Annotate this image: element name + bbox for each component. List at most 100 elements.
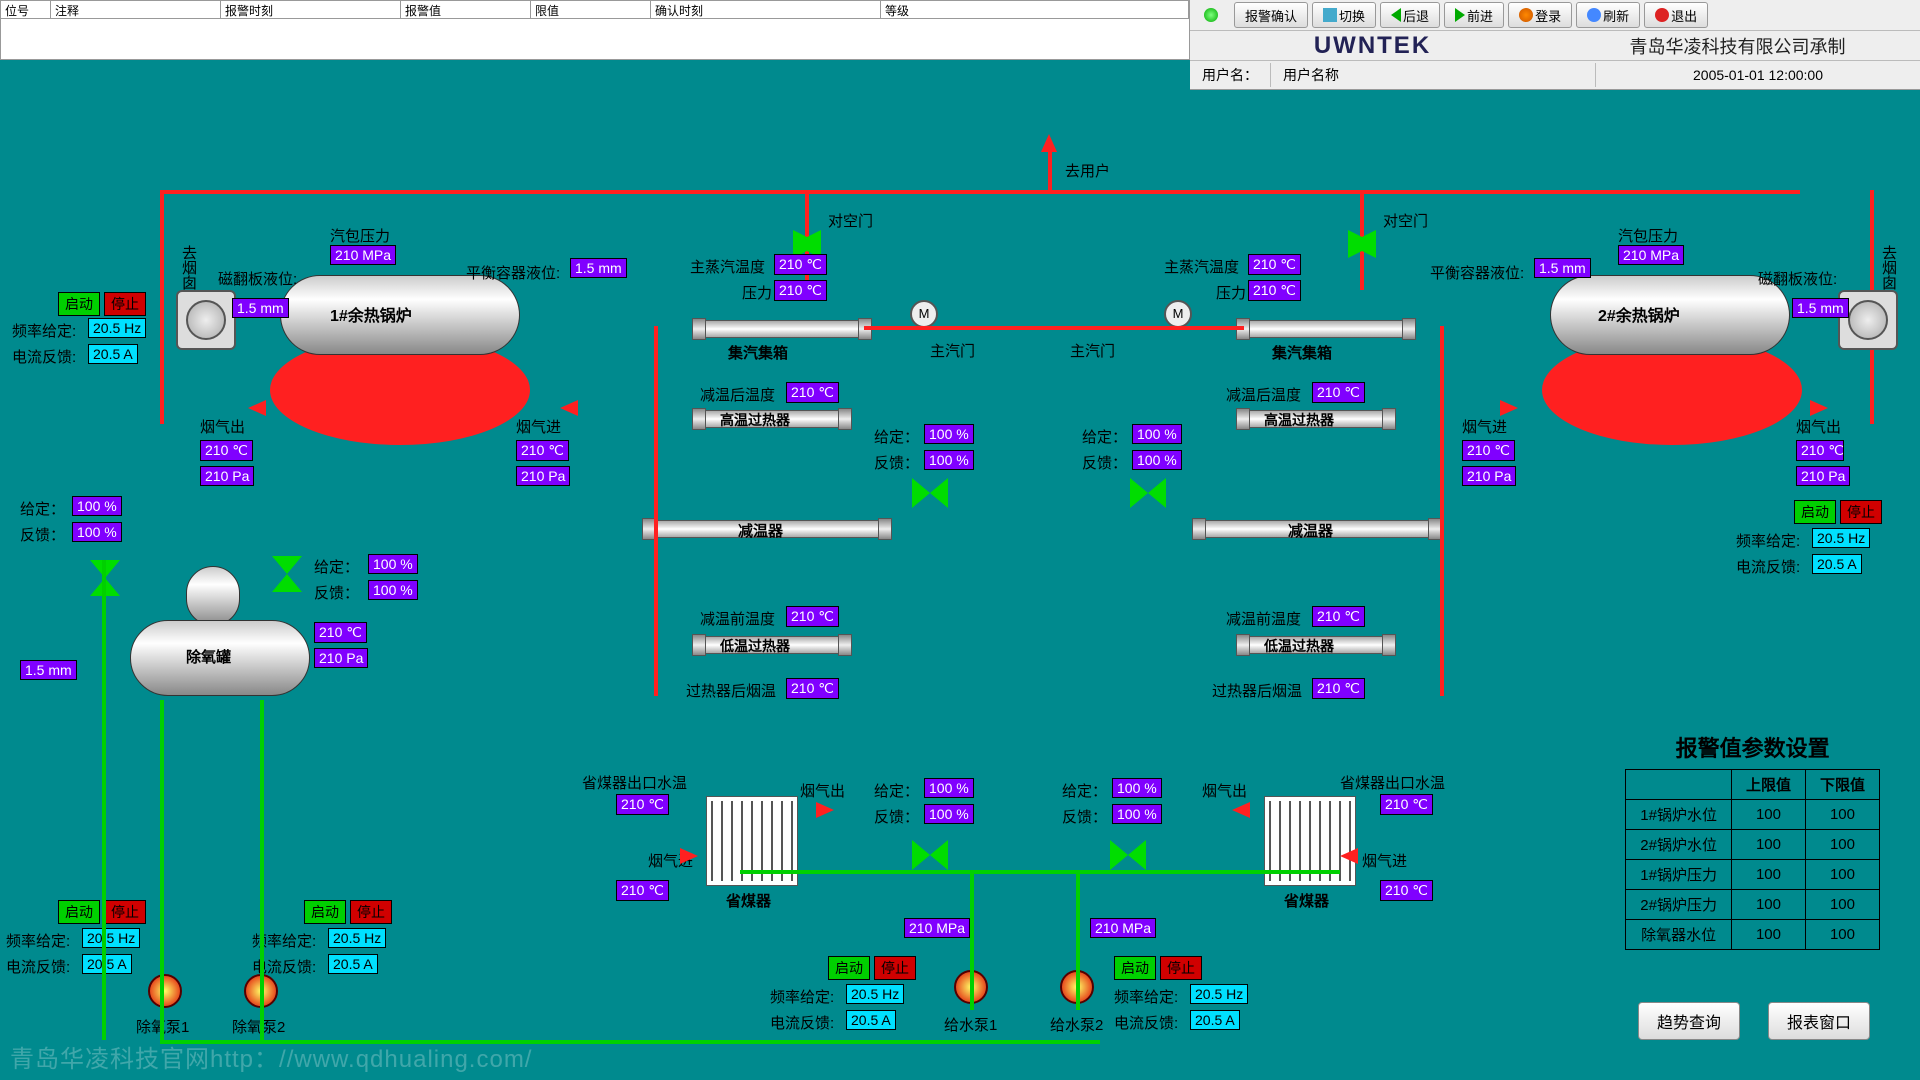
val-fw2-freq: 20.5 Hz [1190,984,1248,1004]
label-mainsteamv1: 主汽门 [930,340,975,361]
label-econ-gasin2: 烟气进 [1362,850,1407,871]
valve-a1[interactable] [912,478,948,508]
col-tag: 位号 [1,1,51,18]
label-drum-p2: 汽包压力 [1618,225,1678,246]
label-hish2: 高温过热器 [1264,410,1334,430]
val-fb-e1: 100 % [924,804,974,824]
val-mpa2: 210 MPa [1090,918,1156,938]
pipe [160,190,1800,194]
trend-button[interactable]: 趋势查询 [1638,1002,1740,1040]
exit-button[interactable]: 退出 [1644,2,1708,28]
valve-deaer-b[interactable] [272,556,302,592]
fan1-stop-button[interactable]: 停止 [104,292,146,316]
label-econ-gasout2: 烟气出 [1202,780,1247,801]
deox1-stop-button[interactable]: 停止 [104,900,146,924]
pipe [260,700,264,1044]
val-gasoutP1: 210 Pa [200,466,254,486]
pipe [102,560,106,1040]
fw1-stop-button[interactable]: 停止 [874,956,916,980]
arrow-icon [1041,134,1057,152]
cap [1402,318,1416,340]
label-fw2-freq: 频率给定: [1114,986,1178,1007]
cap [692,318,706,340]
label-gasin1: 烟气进 [516,416,561,437]
label-mainsteamT2: 主蒸汽温度 [1164,256,1239,277]
val-set-a2: 100 % [1132,424,1182,444]
arrow-icon [248,400,266,416]
alarm-param-title: 报警值参数设置 [1625,731,1880,763]
label-to-air-1: 对空门 [828,210,873,231]
val-set-d: 100 % [72,496,122,516]
val-set-e2: 100 % [1112,778,1162,798]
fan2-stop-button[interactable]: 停止 [1840,500,1882,524]
login-button[interactable]: 登录 [1508,2,1572,28]
brand-logo: UWNTEK [1190,32,1555,60]
arrow-icon [816,802,834,818]
deox-pump-1 [148,974,182,1008]
label-fb-d: 反馈： [20,524,65,545]
val-mainsteamT1: 210 ℃ [774,254,827,275]
fw1-start-button[interactable]: 启动 [828,956,870,980]
label-to-air-2: 对空门 [1383,210,1428,231]
valve-a2[interactable] [1130,478,1166,508]
valve-e1[interactable] [912,840,948,870]
val-fw1-freq: 20.5 Hz [846,984,904,1004]
val-press1: 210 ℃ [774,280,827,301]
pipe [654,326,658,696]
fw2-start-button[interactable]: 启动 [1114,956,1156,980]
val-fb-db: 100 % [368,580,418,600]
boiler2-label: 2#余热锅炉 [1598,302,1680,326]
label-postcool2: 减温后温度 [1226,384,1301,405]
val-maglvl2: 1.5 mm [1792,298,1849,318]
label-freq1: 频率给定: [12,320,76,341]
back-button[interactable]: 后退 [1380,2,1440,28]
main-steam-valve-2[interactable]: M [1164,300,1192,328]
val-econwt1: 210 ℃ [616,794,669,815]
label-fb-e1: 反馈： [874,806,919,827]
fw2-stop-button[interactable]: 停止 [1160,956,1202,980]
val-gasoutP2: 210 Pa [1796,466,1850,486]
val-deox2-freq: 20.5 Hz [328,928,386,948]
alarm-ack-button[interactable]: 报警确认 [1234,2,1308,28]
fan1-start-button[interactable]: 启动 [58,292,100,316]
val-gasinT1: 210 ℃ [516,440,569,461]
cap [1236,408,1250,430]
pipe [1076,870,1080,1010]
cap [692,408,706,430]
label-set-d: 给定： [20,498,65,519]
report-button[interactable]: 报表窗口 [1768,1002,1870,1040]
deox1-start-button[interactable]: 启动 [58,900,100,924]
label-fb-a2: 反馈： [1082,452,1127,473]
val-mpa1: 210 MPa [904,918,970,938]
valve-e2[interactable] [1110,840,1146,870]
label-to-user: 去用户 [1065,160,1110,181]
forward-button[interactable]: 前进 [1444,2,1504,28]
label-precool2: 减温前温度 [1226,608,1301,629]
main-steam-valve-1[interactable]: M [910,300,938,328]
label-press2: 压力 [1216,282,1246,303]
label-fw-p2: 给水泵2 [1050,1014,1103,1035]
table-row: 1#锅炉压力100100 [1626,860,1880,890]
table-row: 2#锅炉压力100100 [1626,890,1880,920]
val-gasoutT1: 210 ℃ [200,440,253,461]
fan2-start-button[interactable]: 启动 [1794,500,1836,524]
air-valve-2[interactable] [1348,230,1376,258]
label-set-db: 给定： [314,556,359,577]
label-fb-a1: 反馈： [874,452,919,473]
val-fw1-cur: 20.5 A [846,1010,896,1030]
val-deox1-freq: 20.5 Hz [82,928,140,948]
datetime: 2005-01-01 12:00:00 [1596,65,1920,85]
label-freq2: 频率给定: [1736,530,1800,551]
pipe [160,190,164,424]
val-precool1: 210 ℃ [786,606,839,627]
label-postshgas1: 过热器后烟温 [686,680,776,701]
col-note: 注释 [51,1,221,18]
deox2-stop-button[interactable]: 停止 [350,900,392,924]
deox2-start-button[interactable]: 启动 [304,900,346,924]
pipe [970,870,974,1010]
refresh-button[interactable]: 刷新 [1576,2,1640,28]
status-led-icon [1204,8,1218,22]
col-lvl: 等级 [881,1,1189,18]
switch-button[interactable]: 切换 [1312,2,1376,28]
val-ballvl1: 1.5 mm [570,258,627,278]
